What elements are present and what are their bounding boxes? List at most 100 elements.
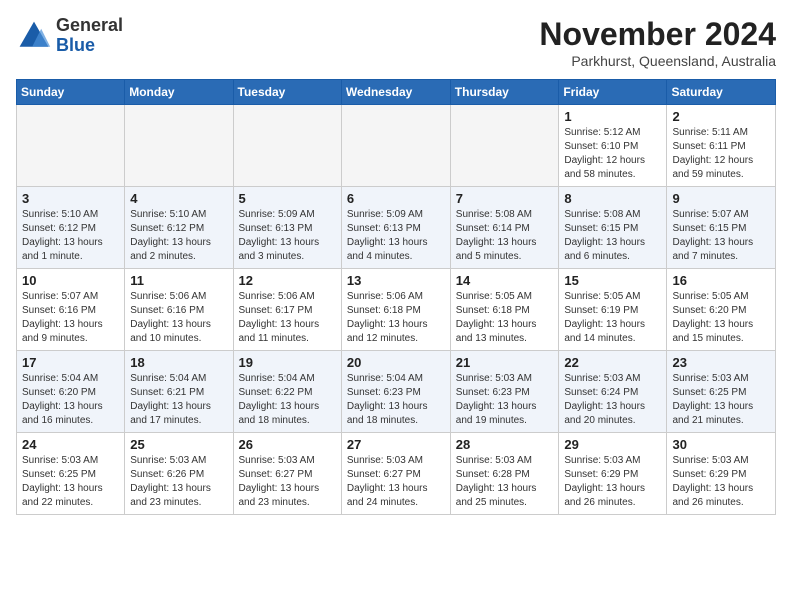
calendar-cell: 29 Sunrise: 5:03 AM Sunset: 6:29 PM Dayli… [559,433,667,515]
calendar-week-1: 1Sunrise: 5:12 AM Sunset: 6:10 PM Daylig… [17,105,776,187]
calendar-cell: 25Sunrise: 5:03 AM Sunset: 6:26 PM Dayli… [125,433,233,515]
day-info: Sunrise: 5:06 AM Sunset: 6:16 PM Dayligh… [130,290,227,346]
calendar-header-row: SundayMondayTuesdayWednesdayThursdayFrid… [17,80,776,105]
day-number: 6 [347,191,445,206]
calendar-cell [450,105,559,187]
calendar-cell [341,105,450,187]
title-area: November 2024 Parkhurst, Queensland, Aus… [539,16,776,69]
calendar-cell: 13 Sunrise: 5:06 AM Sunset: 6:18 PM Dayli… [341,269,450,351]
day-number: 24 [22,437,119,452]
day-number: 21 [456,355,554,370]
calendar-cell: 22 Sunrise: 5:03 AM Sunset: 6:24 PM Dayli… [559,351,667,433]
calendar-week-2: 3 Sunrise: 5:10 AM Sunset: 6:12 PM Daylig… [17,187,776,269]
day-info: Sunrise: 5:03 AM Sunset: 6:25 PM Dayligh… [672,372,770,428]
day-number: 22 [564,355,661,370]
weekday-header-sunday: Sunday [17,80,125,105]
day-info: Sunrise: 5:05 AM Sunset: 6:18 PM Dayligh… [456,290,554,346]
calendar-cell: 8 Sunrise: 5:08 AM Sunset: 6:15 PM Daylig… [559,187,667,269]
location-subtitle: Parkhurst, Queensland, Australia [539,53,776,69]
weekday-header-monday: Monday [125,80,233,105]
day-number: 26 [239,437,336,452]
day-info: Sunrise: 5:03 AM Sunset: 6:28 PM Dayligh… [456,454,554,510]
day-info: Sunrise: 5:10 AM Sunset: 6:12 PM Dayligh… [130,208,227,264]
logo-blue: Blue [56,36,123,56]
day-number: 15 [564,273,661,288]
day-info: Sunrise: 5:11 AM Sunset: 6:11 PM Dayligh… [672,126,770,182]
day-number: 29 [564,437,661,452]
weekday-header-wednesday: Wednesday [341,80,450,105]
day-info: Sunrise: 5:03 AM Sunset: 6:23 PM Dayligh… [456,372,554,428]
day-number: 14 [456,273,554,288]
day-number: 18 [130,355,227,370]
calendar-cell: 15 Sunrise: 5:05 AM Sunset: 6:19 PM Dayli… [559,269,667,351]
day-info: Sunrise: 5:12 AM Sunset: 6:10 PM Dayligh… [564,126,661,182]
day-info: Sunrise: 5:10 AM Sunset: 6:12 PM Dayligh… [22,208,119,264]
calendar-cell [125,105,233,187]
day-number: 8 [564,191,661,206]
day-info: Sunrise: 5:03 AM Sunset: 6:24 PM Dayligh… [564,372,661,428]
calendar-cell: 4 Sunrise: 5:10 AM Sunset: 6:12 PM Daylig… [125,187,233,269]
calendar-week-5: 24Sunrise: 5:03 AM Sunset: 6:25 PM Dayli… [17,433,776,515]
day-info: Sunrise: 5:08 AM Sunset: 6:15 PM Dayligh… [564,208,661,264]
calendar-cell: 19 Sunrise: 5:04 AM Sunset: 6:22 PM Dayli… [233,351,341,433]
calendar-cell: 11 Sunrise: 5:06 AM Sunset: 6:16 PM Dayli… [125,269,233,351]
month-title: November 2024 [539,16,776,53]
day-number: 9 [672,191,770,206]
day-number: 3 [22,191,119,206]
calendar-cell: 20 Sunrise: 5:04 AM Sunset: 6:23 PM Dayli… [341,351,450,433]
calendar-cell: 23 Sunrise: 5:03 AM Sunset: 6:25 PM Dayli… [667,351,776,433]
calendar-week-3: 10Sunrise: 5:07 AM Sunset: 6:16 PM Dayli… [17,269,776,351]
calendar-cell: 6 Sunrise: 5:09 AM Sunset: 6:13 PM Daylig… [341,187,450,269]
calendar-cell [233,105,341,187]
day-number: 12 [239,273,336,288]
calendar-cell: 18Sunrise: 5:04 AM Sunset: 6:21 PM Dayli… [125,351,233,433]
logo: General Blue [16,16,123,56]
weekday-header-friday: Friday [559,80,667,105]
day-number: 17 [22,355,119,370]
day-info: Sunrise: 5:05 AM Sunset: 6:20 PM Dayligh… [672,290,770,346]
weekday-header-saturday: Saturday [667,80,776,105]
logo-general: General [56,16,123,36]
day-number: 4 [130,191,227,206]
day-number: 20 [347,355,445,370]
day-info: Sunrise: 5:06 AM Sunset: 6:18 PM Dayligh… [347,290,445,346]
calendar-cell: 21 Sunrise: 5:03 AM Sunset: 6:23 PM Dayli… [450,351,559,433]
day-number: 19 [239,355,336,370]
day-number: 30 [672,437,770,452]
weekday-header-thursday: Thursday [450,80,559,105]
day-info: Sunrise: 5:09 AM Sunset: 6:13 PM Dayligh… [347,208,445,264]
logo-icon [16,18,52,54]
day-info: Sunrise: 5:03 AM Sunset: 6:29 PM Dayligh… [564,454,661,510]
day-info: Sunrise: 5:06 AM Sunset: 6:17 PM Dayligh… [239,290,336,346]
calendar-cell: 14 Sunrise: 5:05 AM Sunset: 6:18 PM Dayli… [450,269,559,351]
day-info: Sunrise: 5:04 AM Sunset: 6:23 PM Dayligh… [347,372,445,428]
calendar-cell: 27Sunrise: 5:03 AM Sunset: 6:27 PM Dayli… [341,433,450,515]
logo-text: General Blue [56,16,123,56]
calendar-cell: 16Sunrise: 5:05 AM Sunset: 6:20 PM Dayli… [667,269,776,351]
day-number: 7 [456,191,554,206]
calendar-cell: 24Sunrise: 5:03 AM Sunset: 6:25 PM Dayli… [17,433,125,515]
calendar-cell: 17Sunrise: 5:04 AM Sunset: 6:20 PM Dayli… [17,351,125,433]
day-number: 2 [672,109,770,124]
calendar-cell: 3 Sunrise: 5:10 AM Sunset: 6:12 PM Daylig… [17,187,125,269]
day-number: 13 [347,273,445,288]
calendar-cell: 9 Sunrise: 5:07 AM Sunset: 6:15 PM Daylig… [667,187,776,269]
day-info: Sunrise: 5:03 AM Sunset: 6:27 PM Dayligh… [239,454,336,510]
calendar-week-4: 17Sunrise: 5:04 AM Sunset: 6:20 PM Dayli… [17,351,776,433]
weekday-header-tuesday: Tuesday [233,80,341,105]
day-info: Sunrise: 5:05 AM Sunset: 6:19 PM Dayligh… [564,290,661,346]
day-info: Sunrise: 5:07 AM Sunset: 6:15 PM Dayligh… [672,208,770,264]
calendar-cell: 12 Sunrise: 5:06 AM Sunset: 6:17 PM Dayli… [233,269,341,351]
day-info: Sunrise: 5:03 AM Sunset: 6:26 PM Dayligh… [130,454,227,510]
day-number: 5 [239,191,336,206]
day-info: Sunrise: 5:04 AM Sunset: 6:22 PM Dayligh… [239,372,336,428]
calendar-table: SundayMondayTuesdayWednesdayThursdayFrid… [16,79,776,515]
calendar-cell: 5Sunrise: 5:09 AM Sunset: 6:13 PM Daylig… [233,187,341,269]
day-number: 11 [130,273,227,288]
calendar-cell: 1Sunrise: 5:12 AM Sunset: 6:10 PM Daylig… [559,105,667,187]
calendar-cell: 28 Sunrise: 5:03 AM Sunset: 6:28 PM Dayli… [450,433,559,515]
day-number: 28 [456,437,554,452]
day-info: Sunrise: 5:08 AM Sunset: 6:14 PM Dayligh… [456,208,554,264]
calendar-cell: 7 Sunrise: 5:08 AM Sunset: 6:14 PM Daylig… [450,187,559,269]
day-number: 23 [672,355,770,370]
